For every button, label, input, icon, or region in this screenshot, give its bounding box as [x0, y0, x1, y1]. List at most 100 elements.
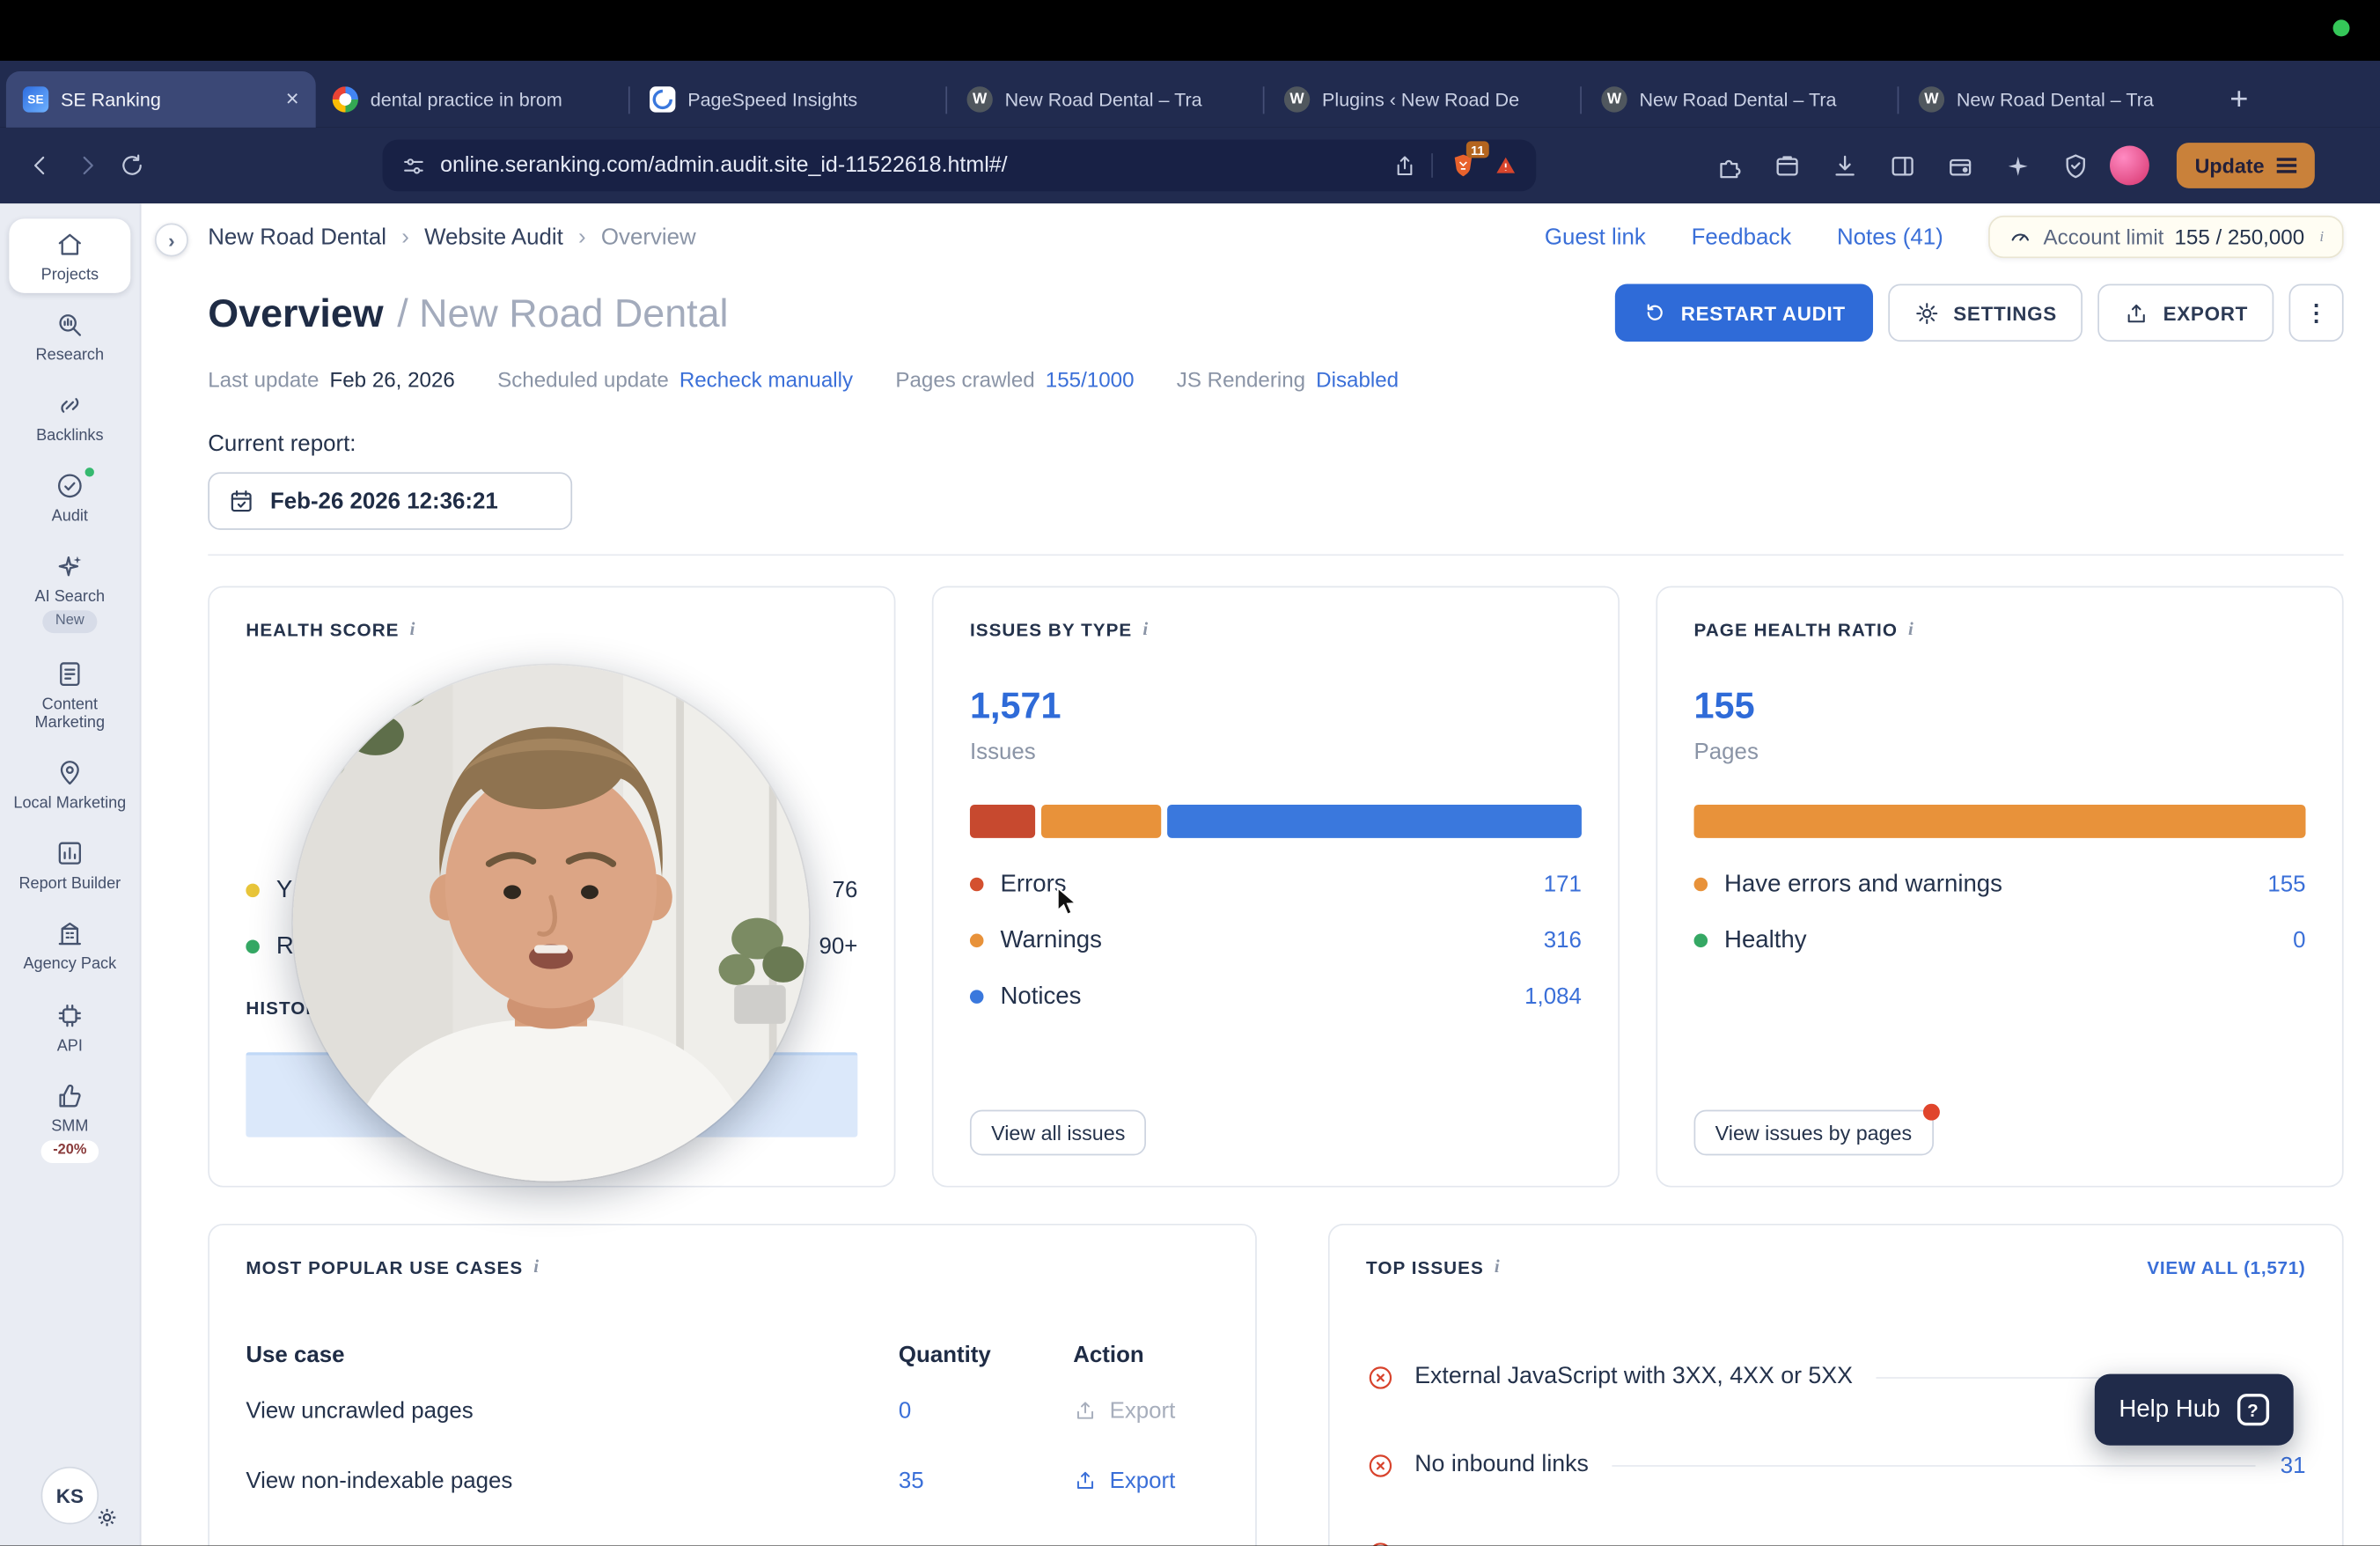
sidebar-item-backlinks[interactable]: Backlinks: [9, 379, 130, 454]
errors-warnings-pages-count[interactable]: 155: [2267, 872, 2305, 897]
sidebar-item-smm[interactable]: SMM -20%: [9, 1070, 130, 1172]
issue-count[interactable]: 31: [2278, 1452, 2306, 1477]
new-tab-button[interactable]: +: [2229, 82, 2248, 118]
breadcrumb-separator-icon: ›: [578, 224, 586, 250]
feedback-link[interactable]: Feedback: [1692, 224, 1792, 249]
health-avg-value: 90+: [819, 933, 858, 960]
sidebar-item-label: API: [56, 1036, 83, 1055]
sidebar-item-content-marketing[interactable]: Content Marketing: [9, 649, 130, 741]
tab-new-road-dental-1[interactable]: W New Road Dental – Tra: [951, 71, 1260, 128]
profile-avatar[interactable]: [2110, 145, 2149, 186]
sidebar-item-ai-search[interactable]: AI Search New: [9, 541, 130, 643]
download-icon[interactable]: [1821, 143, 1867, 188]
table-row: View uncrawled pages 0 Export: [246, 1375, 1218, 1445]
issue-name[interactable]: External JavaScript with 3XX, 4XX or 5XX: [1414, 1364, 1853, 1391]
tab-new-road-dental-2[interactable]: W New Road Dental – Tra: [1584, 71, 1894, 128]
warnings-row[interactable]: Warnings 316: [969, 912, 1582, 968]
tab-new-road-dental-3[interactable]: W New Road Dental – Tra: [1902, 71, 2212, 128]
breadcrumb-section[interactable]: Website Audit: [424, 224, 563, 249]
sidebar-collapse-button[interactable]: ›: [154, 223, 188, 257]
sidebar-item-research[interactable]: Research: [9, 299, 130, 374]
healthy-pages-row[interactable]: Healthy 0: [1693, 912, 2306, 968]
tab-separator: [628, 86, 630, 114]
brave-shields-icon[interactable]: 11: [1446, 141, 1489, 182]
leo-ai-sparkle-icon[interactable]: [1994, 143, 2040, 188]
account-limit-pill[interactable]: Account limit 155 / 250,000: [1988, 215, 2344, 259]
map-pin-icon: [60, 761, 79, 785]
alert-triangle-icon[interactable]: [1494, 153, 1518, 178]
report-date-dropdown[interactable]: Feb-26 2026 12:36:21: [208, 472, 573, 530]
settings-button[interactable]: SETTINGS: [1888, 283, 2083, 342]
scheduled-update-label: Scheduled update: [497, 367, 669, 392]
notices-row[interactable]: Notices 1,084: [969, 968, 1582, 1025]
new-badge: New: [43, 610, 97, 634]
pages-total[interactable]: 155: [1694, 686, 2306, 728]
export-icon: [1076, 1471, 1094, 1489]
restart-audit-button[interactable]: RESTART AUDIT: [1615, 283, 1873, 342]
share-icon[interactable]: [1392, 152, 1417, 178]
js-rendering-value[interactable]: Disabled: [1316, 367, 1399, 392]
forward-button[interactable]: [63, 143, 109, 188]
export-button[interactable]: EXPORT: [2097, 283, 2274, 342]
split-view-icon[interactable]: [1879, 143, 1925, 188]
guest-link[interactable]: Guest link: [1545, 224, 1646, 249]
export-action[interactable]: Export: [1073, 1468, 1219, 1493]
reload-button[interactable]: [109, 143, 155, 188]
notes-link[interactable]: Notes (41): [1837, 224, 1943, 249]
sparkle-icon: [58, 556, 82, 577]
issue-name[interactable]: No inbound links: [1414, 1452, 1589, 1479]
document-edit-icon: [60, 662, 80, 687]
sidebar-item-agency-pack[interactable]: Agency Pack: [9, 909, 130, 983]
toolbar-separator: [1431, 153, 1433, 178]
sidebar-item-audit[interactable]: Audit: [9, 460, 130, 535]
vpn-shield-icon[interactable]: [2053, 143, 2098, 188]
tab-se-ranking[interactable]: SE SE Ranking ×: [5, 71, 316, 128]
sidebar-item-label: Agency Pack: [23, 955, 117, 975]
tab-google-search[interactable]: dental practice in brom: [316, 71, 626, 128]
sidebar-item-api[interactable]: API: [9, 990, 130, 1064]
green-dot: [246, 939, 260, 953]
help-hub-button[interactable]: Help Hub ?: [2094, 1373, 2294, 1446]
view-all-issues-link[interactable]: VIEW ALL (1,571): [2147, 1256, 2305, 1277]
breadcrumb-project[interactable]: New Road Dental: [208, 224, 386, 249]
info-icon: [533, 1255, 540, 1278]
notices-count[interactable]: 1,084: [1524, 983, 1582, 1009]
sidebar-item-projects[interactable]: Projects: [9, 218, 131, 293]
errors-warnings-pages-row[interactable]: Have errors and warnings 155: [1693, 857, 2306, 913]
green-dot: [1693, 933, 1708, 948]
sidebar-item-label: Backlinks: [36, 426, 104, 445]
top-issue-row[interactable]: [1366, 1509, 2305, 1546]
webcam-video-bubble[interactable]: [292, 665, 810, 1182]
healthy-pages-count[interactable]: 0: [2293, 928, 2305, 953]
sidebar-item-local-marketing[interactable]: Local Marketing: [9, 747, 130, 822]
settings-gear-icon[interactable]: [96, 1506, 119, 1529]
use-case-qty[interactable]: 35: [899, 1468, 1073, 1493]
extensions-puzzle-icon[interactable]: [1706, 143, 1752, 188]
screen: SE SE Ranking × dental practice in brom …: [0, 0, 2380, 1546]
pages-crawled-value[interactable]: 155/1000: [1046, 367, 1135, 392]
wallet-icon[interactable]: [1936, 143, 1982, 188]
view-all-issues-button[interactable]: View all issues: [969, 1109, 1147, 1156]
view-issues-by-pages-button[interactable]: View issues by pages: [1693, 1103, 1940, 1156]
address-bar[interactable]: online.seranking.com/admin.audit.site_id…: [382, 139, 1537, 192]
reading-list-icon[interactable]: [1764, 143, 1810, 188]
export-label: EXPORT: [2163, 301, 2248, 325]
warnings-count[interactable]: 316: [1544, 928, 1582, 953]
tab-plugins[interactable]: W Plugins ‹ New Road De: [1267, 71, 1577, 128]
user-avatar[interactable]: KS: [40, 1466, 99, 1525]
health-your-value: 76: [832, 877, 858, 904]
browser-update-button[interactable]: Update: [2176, 143, 2315, 188]
recheck-manually-link[interactable]: Recheck manually: [679, 367, 853, 392]
errors-count[interactable]: 171: [1544, 872, 1582, 897]
tab-pagespeed[interactable]: PageSpeed Insights: [633, 71, 943, 128]
tab-title: New Road Dental – Tra: [1639, 88, 1837, 111]
sidebar-item-report-builder[interactable]: Report Builder: [9, 828, 130, 903]
tab-close-icon[interactable]: ×: [286, 86, 299, 112]
healthy-pages-label: Healthy: [1724, 926, 1807, 953]
site-settings-icon[interactable]: [400, 152, 426, 178]
more-options-button[interactable]: ⋮: [2288, 283, 2344, 342]
url-text[interactable]: online.seranking.com/admin.audit.site_id…: [440, 153, 1378, 178]
issues-total[interactable]: 1,571: [970, 686, 1582, 728]
use-case-qty[interactable]: 0: [899, 1397, 1073, 1423]
back-button[interactable]: [18, 143, 64, 188]
